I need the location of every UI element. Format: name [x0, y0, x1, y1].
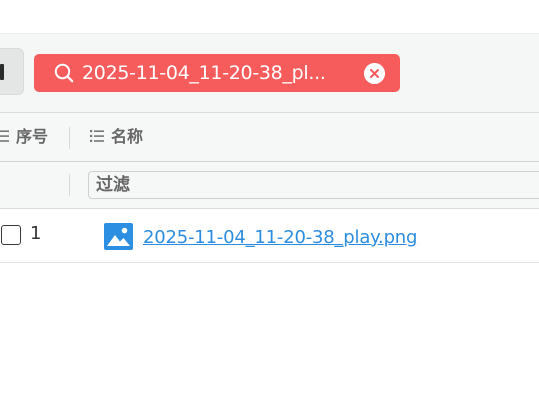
row-index: 1: [30, 223, 42, 244]
image-file-icon: [104, 223, 133, 250]
search-bar: 2025-11-04_11-20-38_pl...: [0, 33, 539, 112]
file-name-link[interactable]: 2025-11-04_11-20-38_play.png: [143, 227, 417, 248]
name-filter-input[interactable]: [88, 171, 539, 199]
file-browser-page: 2025-11-04_11-20-38_pl... 序号 名称 过滤 1 202…: [0, 0, 539, 402]
previous-button[interactable]: [0, 48, 24, 95]
column-header-index-label: 序号: [16, 127, 49, 146]
previous-button-icon: [0, 64, 4, 80]
column-divider: [69, 127, 70, 149]
column-header-name-label: 名称: [111, 127, 144, 146]
search-chip-text: 2025-11-04_11-20-38_pl...: [82, 62, 326, 84]
column-divider: [69, 174, 70, 196]
column-header-index[interactable]: 序号: [0, 113, 48, 161]
filter-row: [0, 162, 539, 209]
table-header: 序号 名称: [0, 112, 539, 162]
row-checkbox[interactable]: [1, 225, 21, 245]
column-header-name[interactable]: 名称: [90, 113, 143, 161]
magnifier-icon: [54, 63, 74, 83]
clear-circle-x-icon[interactable]: [364, 63, 385, 84]
list-icon: [0, 129, 9, 142]
list-icon: [90, 129, 104, 142]
top-band: [0, 0, 539, 33]
table-row[interactable]: 1 2025-11-04_11-20-38_play.png: [0, 209, 539, 263]
search-chip[interactable]: 2025-11-04_11-20-38_pl...: [34, 54, 400, 92]
